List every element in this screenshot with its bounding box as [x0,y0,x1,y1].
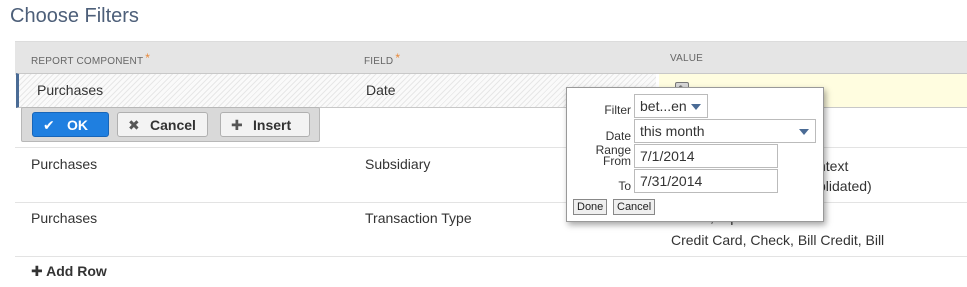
table-row[interactable]: Purchases Transaction Type Filter , equa… [15,202,967,257]
to-date-input[interactable]: 7/31/2014 [634,169,778,193]
add-row-button[interactable]: ✚ Add Row [31,263,107,280]
row-component: Purchases [31,156,98,172]
chevron-down-icon [799,129,809,135]
plus-icon: ✚ [31,263,43,279]
edit-field-select[interactable]: Date [366,82,396,98]
row-field: Transaction Type [365,210,472,226]
insert-button[interactable]: ✚ Insert [220,112,310,137]
header-value: VALUE [670,53,704,64]
header-report-component: REPORT COMPONENT * [31,51,151,67]
to-label: To [618,179,631,193]
table-row[interactable]: Purchases Subsidiary ntext blidated) [15,147,967,203]
chevron-down-icon [691,104,701,110]
required-mark: * [145,51,151,65]
popup-cancel-button[interactable]: Cancel [613,199,656,215]
row-component: Purchases [31,210,98,226]
header-field: FIELD * [364,51,401,67]
plus-icon: ✚ [231,117,243,133]
ok-button[interactable]: ✔ OK [32,112,109,137]
from-label: From [603,154,631,168]
done-button[interactable]: Done [573,199,608,215]
row-value-line2: Credit Card, Check, Bill Credit, Bill [671,232,885,248]
edit-component-select[interactable]: Purchases [37,82,103,98]
check-icon: ✔ [43,117,55,133]
filter-label: Filter [604,103,631,117]
row-value-line2: blidated) [818,178,872,194]
required-mark: * [395,51,401,65]
page-title: Choose Filters [10,5,139,27]
date-filter-popup: Filter bet...en Date Range this month Fr… [566,87,824,222]
row-field: Subsidiary [365,156,431,172]
from-date-input[interactable]: 7/1/2014 [634,144,778,168]
edit-row-fields [19,74,656,107]
filter-operator-select[interactable]: bet...en [634,94,708,118]
date-range-label: Date Range [595,129,631,157]
row-action-buttons: ✔ OK ✖ Cancel ✚ Insert [21,107,320,142]
date-range-select[interactable]: this month [634,119,816,143]
editing-row[interactable]: Purchases Date ✎ [16,73,967,108]
close-icon: ✖ [128,117,140,133]
table-header: REPORT COMPONENT * FIELD * VALUE [15,41,967,75]
cancel-button[interactable]: ✖ Cancel [117,112,208,137]
